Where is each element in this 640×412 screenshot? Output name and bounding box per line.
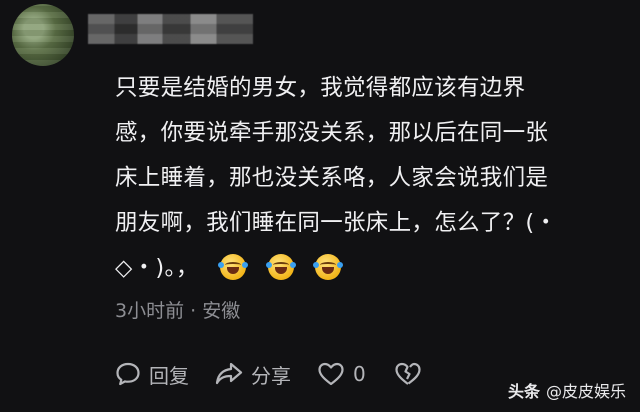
comment-bubble-icon [116,362,140,386]
comment-line: 感，你要说牵手那没关系，那以后在同一张 [115,120,549,146]
comment-line: 只要是结婚的男女，我觉得都应该有边界 [115,75,526,101]
rofl-emoji-icon [218,254,249,280]
comment-line: 床上睡着，那也没关系咯，人家会说我们是 [115,165,549,191]
like-count: 0 [353,362,366,386]
like-button[interactable]: 0 [317,361,366,387]
comment-line: ◇・)。， [115,255,199,281]
rofl-emoji-icon [265,254,296,280]
comment-line-last: ◇・)。， [115,246,615,291]
dislike-button[interactable] [394,361,430,387]
share-arrow-icon [215,362,243,385]
rofl-emoji-icon [313,254,344,280]
comment-text: 只要是结婚的男女，我觉得都应该有边界 感，你要说牵手那没关系，那以后在同一张 床… [115,66,615,291]
comment-meta: 3小时前 · 安徽 [115,300,241,322]
avatar[interactable] [12,4,74,66]
action-bar: 回复 分享 0 [115,359,456,389]
watermark-brand: 头条 [507,382,540,401]
broken-heart-icon [395,362,421,385]
reply-button[interactable]: 回复 [115,360,189,389]
reply-label: 回复 [149,363,189,388]
comment-line: 朋友啊，我们睡在同一张床上，怎么了？(・ [115,210,558,236]
username-blurred[interactable] [88,14,253,44]
heart-icon [318,362,344,386]
watermark: 头条 @皮皮娱乐 [508,378,626,402]
share-label: 分享 [251,363,291,388]
share-button[interactable]: 分享 [215,360,291,389]
watermark-handle: @皮皮娱乐 [545,382,626,401]
